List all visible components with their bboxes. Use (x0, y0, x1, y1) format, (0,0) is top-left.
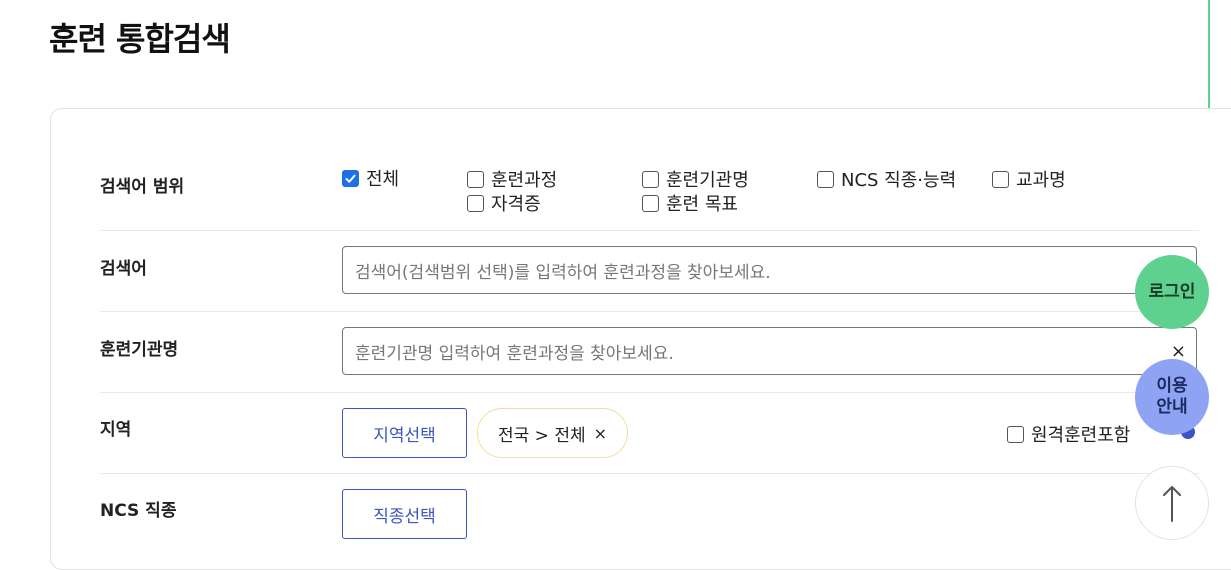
checkbox-icon (1007, 425, 1024, 443)
guide-floating-button[interactable]: 이용 안내 (1135, 359, 1209, 435)
region-label: 지역 (100, 420, 132, 440)
scope-label-subject: 교과명 (1016, 170, 1066, 191)
scope-label-ncs: NCS 직종·능력 (841, 170, 957, 191)
scope-checkbox-all[interactable]: 전체 (342, 165, 399, 191)
ncs-select-button[interactable]: 직종선택 (342, 489, 467, 539)
guide-line-2: 안내 (1156, 397, 1188, 417)
chip-close-icon[interactable]: × (594, 424, 607, 443)
row-divider (100, 230, 1199, 231)
scope-checkbox-goal[interactable]: 훈련 목표 (642, 190, 738, 216)
login-floating-button[interactable]: 로그인 (1135, 255, 1209, 329)
scope-label-goal: 훈련 목표 (666, 194, 738, 215)
remote-training-label: 원격훈련포함 (1031, 425, 1131, 446)
checkbox-icon (467, 170, 484, 188)
region-chip[interactable]: 전국 > 전체 × (477, 408, 629, 458)
region-select-button[interactable]: 지역선택 (342, 408, 467, 458)
guide-line-1: 이용 (1156, 376, 1188, 396)
scope-checkbox-ncs[interactable]: NCS 직종·능력 (817, 166, 956, 192)
institution-label: 훈련기관명 (100, 340, 179, 360)
scope-label-all: 전체 (366, 169, 400, 190)
checkbox-checked-icon (342, 169, 359, 187)
scope-checkbox-course[interactable]: 훈련과정 (467, 166, 557, 192)
checkbox-icon (467, 194, 484, 212)
row-divider (100, 473, 1199, 474)
search-scope-label: 검색어 범위 (100, 177, 185, 197)
checkbox-icon (992, 170, 1009, 188)
institution-placeholder: 훈련기관명 입력하여 훈련과정을 찾아보세요. (355, 343, 674, 364)
checkbox-icon (817, 170, 834, 188)
scope-label-course: 훈련과정 (491, 170, 558, 191)
scope-checkbox-institution[interactable]: 훈련기관명 (642, 166, 749, 192)
scroll-top-button[interactable] (1135, 466, 1209, 540)
scope-checkbox-certificate[interactable]: 자격증 (467, 190, 541, 216)
checkbox-icon (642, 194, 659, 212)
arrow-up-icon (1163, 486, 1181, 522)
remote-training-checkbox[interactable]: 원격훈련포함 (1007, 421, 1130, 447)
page-title: 훈련 통합검색 (49, 20, 231, 58)
scope-label-certificate: 자격증 (491, 194, 541, 215)
row-divider (100, 311, 1199, 312)
keyword-placeholder: 검색어(검색범위 선택)를 입력하여 훈련과정을 찾아보세요. (355, 262, 771, 283)
row-divider (100, 392, 1199, 393)
ncs-label: NCS 직종 (100, 501, 177, 521)
keyword-input[interactable]: 검색어(검색범위 선택)를 입력하여 훈련과정을 찾아보세요. (342, 246, 1197, 294)
keyword-label: 검색어 (100, 259, 147, 279)
checkbox-icon (642, 170, 659, 188)
institution-input[interactable]: 훈련기관명 입력하여 훈련과정을 찾아보세요. × (342, 327, 1197, 375)
region-chip-label: 전국 > 전체 (498, 425, 586, 446)
scope-checkbox-subject[interactable]: 교과명 (992, 166, 1066, 192)
scope-label-institution: 훈련기관명 (666, 170, 749, 191)
